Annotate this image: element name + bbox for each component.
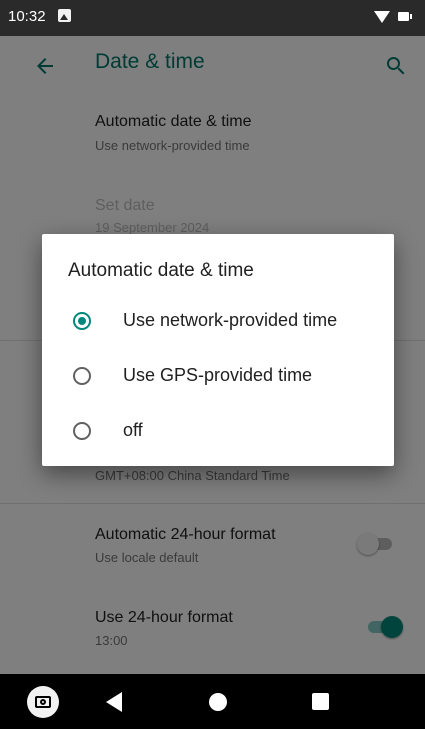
- recents-nav-icon[interactable]: [312, 693, 329, 710]
- status-time: 10:32: [8, 8, 46, 25]
- option-gps-time[interactable]: Use GPS-provided time: [42, 354, 394, 402]
- automatic-date-time-dialog: Automatic date & time Use network-provid…: [42, 234, 394, 466]
- back-nav-icon[interactable]: [106, 692, 122, 712]
- option-off[interactable]: off: [42, 409, 394, 457]
- wifi-icon: [374, 11, 390, 23]
- camera-icon[interactable]: [27, 686, 59, 718]
- radio-button-unchecked[interactable]: [73, 367, 91, 385]
- battery-icon: [398, 12, 412, 21]
- home-nav-icon[interactable]: [209, 693, 227, 711]
- option-label: Use network-provided time: [123, 310, 338, 330]
- dialog-title: Automatic date & time: [68, 260, 254, 281]
- option-network-time[interactable]: Use network-provided time: [42, 299, 394, 347]
- image-icon: [58, 9, 71, 22]
- option-label: off: [123, 420, 143, 440]
- status-bar: 10:32: [0, 0, 425, 36]
- navigation-bar: [0, 674, 425, 729]
- radio-button-unchecked[interactable]: [73, 422, 91, 440]
- option-label: Use GPS-provided time: [123, 365, 313, 385]
- radio-button-checked[interactable]: [73, 312, 91, 330]
